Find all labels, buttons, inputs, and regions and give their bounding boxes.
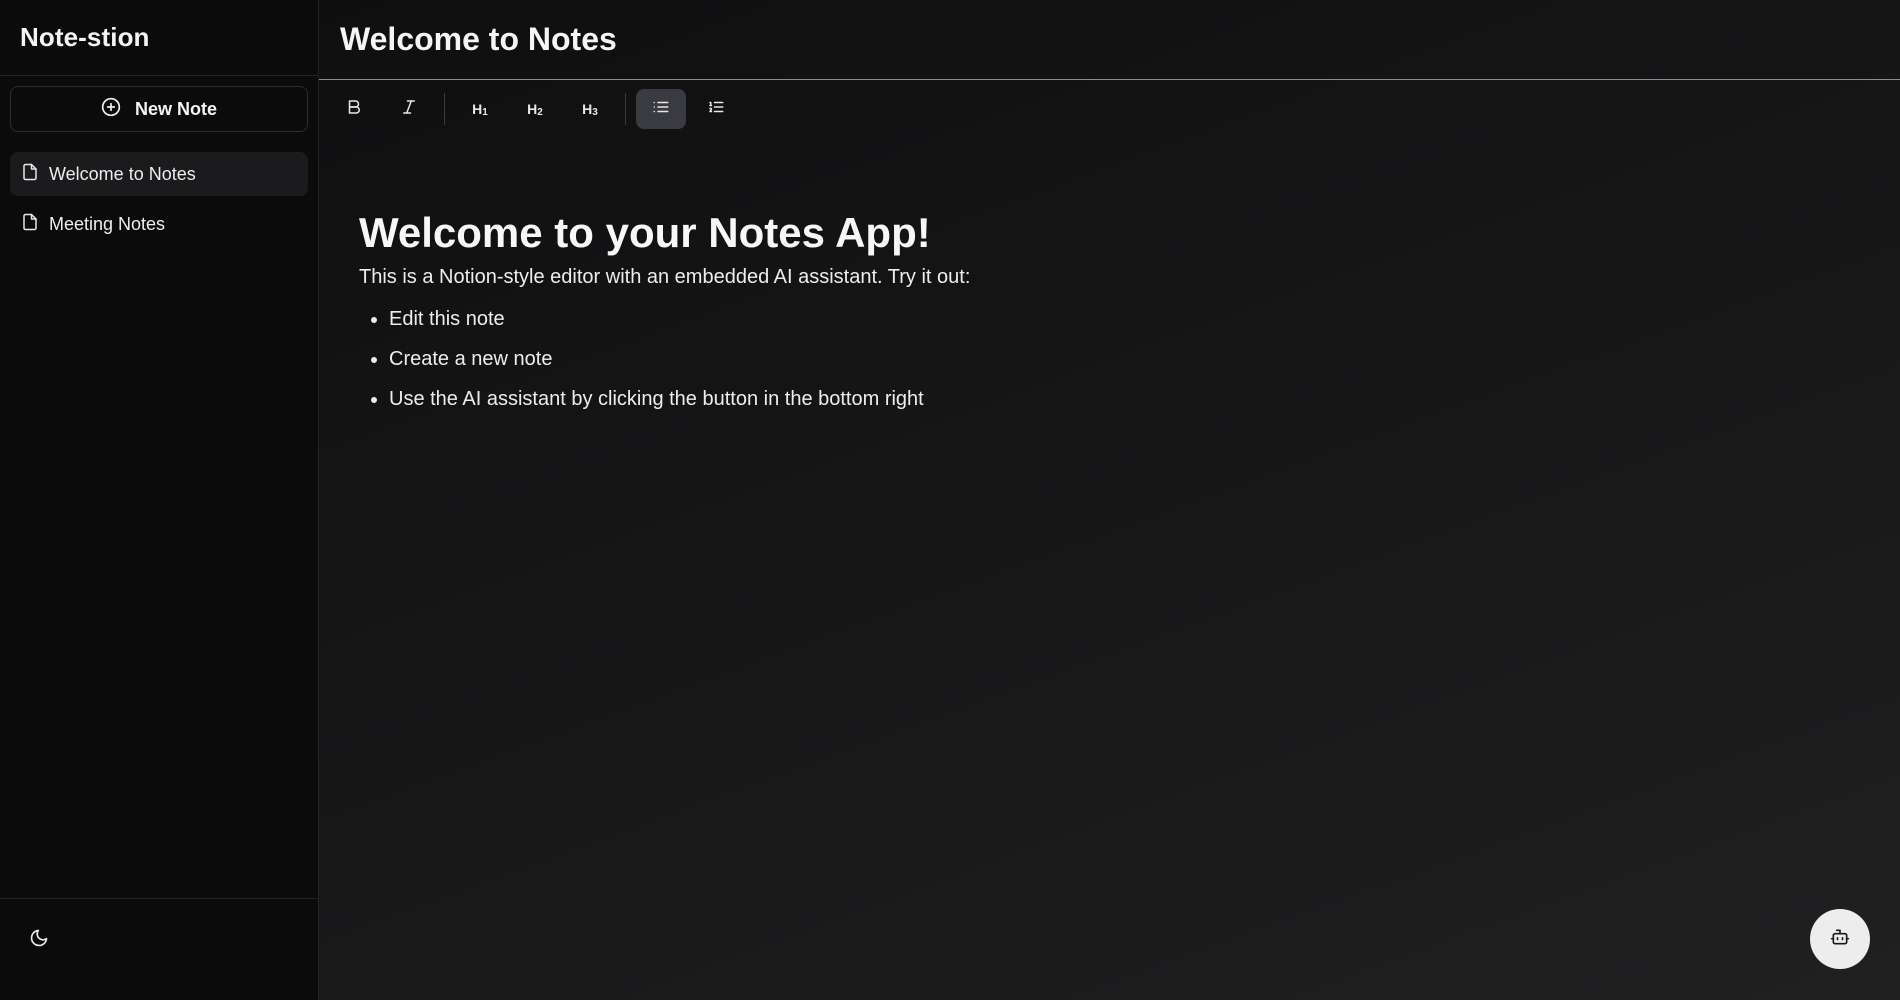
toolbar-divider <box>625 93 626 125</box>
new-note-label: New Note <box>134 98 217 119</box>
list-item: Edit this note <box>389 299 1900 339</box>
ordered-list-button[interactable] <box>691 89 741 129</box>
editor-bullet-list: Edit this note Create a new note Use the… <box>359 299 1900 419</box>
bullet-list-button[interactable] <box>636 89 686 129</box>
moon-icon <box>29 929 49 952</box>
app-title: Note-stion <box>20 22 150 52</box>
sidebar: Note-stion New Note Welcome to Notes Mee… <box>0 0 319 1000</box>
bot-icon <box>1830 927 1850 952</box>
heading-1-button[interactable]: H1 <box>455 89 505 129</box>
sidebar-item-welcome-to-notes[interactable]: Welcome to Notes <box>10 152 308 196</box>
sidebar-item-meeting-notes[interactable]: Meeting Notes <box>10 202 308 246</box>
toolbar-divider <box>444 93 445 125</box>
heading-2-icon: H2 <box>527 100 543 118</box>
editor-heading: Welcome to your Notes App! <box>359 209 931 256</box>
sidebar-item-label: Welcome to Notes <box>49 163 196 184</box>
bold-button[interactable] <box>329 89 379 129</box>
formatting-toolbar: H1 H2 H3 <box>319 80 1900 138</box>
sidebar-footer <box>0 898 318 1000</box>
editor-paragraph: This is a Notion-style editor with an em… <box>359 266 971 289</box>
heading-3-icon: H3 <box>582 100 598 118</box>
italic-icon <box>400 98 418 121</box>
bold-icon <box>345 98 363 121</box>
theme-toggle-button[interactable] <box>29 928 51 950</box>
heading-3-button[interactable]: H3 <box>565 89 615 129</box>
file-icon <box>21 162 39 187</box>
heading-1-icon: H1 <box>472 100 488 118</box>
italic-button[interactable] <box>384 89 434 129</box>
list-item: Use the AI assistant by clicking the but… <box>389 379 1900 419</box>
heading-2-button[interactable]: H2 <box>510 89 560 129</box>
app: Note-stion New Note Welcome to Notes Mee… <box>0 0 1900 1000</box>
sidebar-item-label: Meeting Notes <box>49 213 166 234</box>
sidebar-header: Note-stion <box>0 0 318 76</box>
list-item: Create a new note <box>389 339 1900 379</box>
main-header: Welcome to Notes <box>319 0 1900 80</box>
file-icon <box>21 212 39 237</box>
new-note-button[interactable]: New Note <box>10 86 308 132</box>
ordered-list-icon <box>707 98 725 121</box>
ai-assistant-button[interactable] <box>1810 909 1870 969</box>
note-editor[interactable]: Welcome to your Notes App! This is a Not… <box>319 138 1900 419</box>
note-title[interactable]: Welcome to Notes <box>340 21 617 58</box>
plus-circle-icon <box>101 97 121 122</box>
bullet-list-icon <box>652 98 670 121</box>
main-editor-area: Welcome to Notes H1 H2 H3 Welcome to you… <box>319 0 1900 1000</box>
note-list: Welcome to Notes Meeting Notes <box>0 152 318 252</box>
